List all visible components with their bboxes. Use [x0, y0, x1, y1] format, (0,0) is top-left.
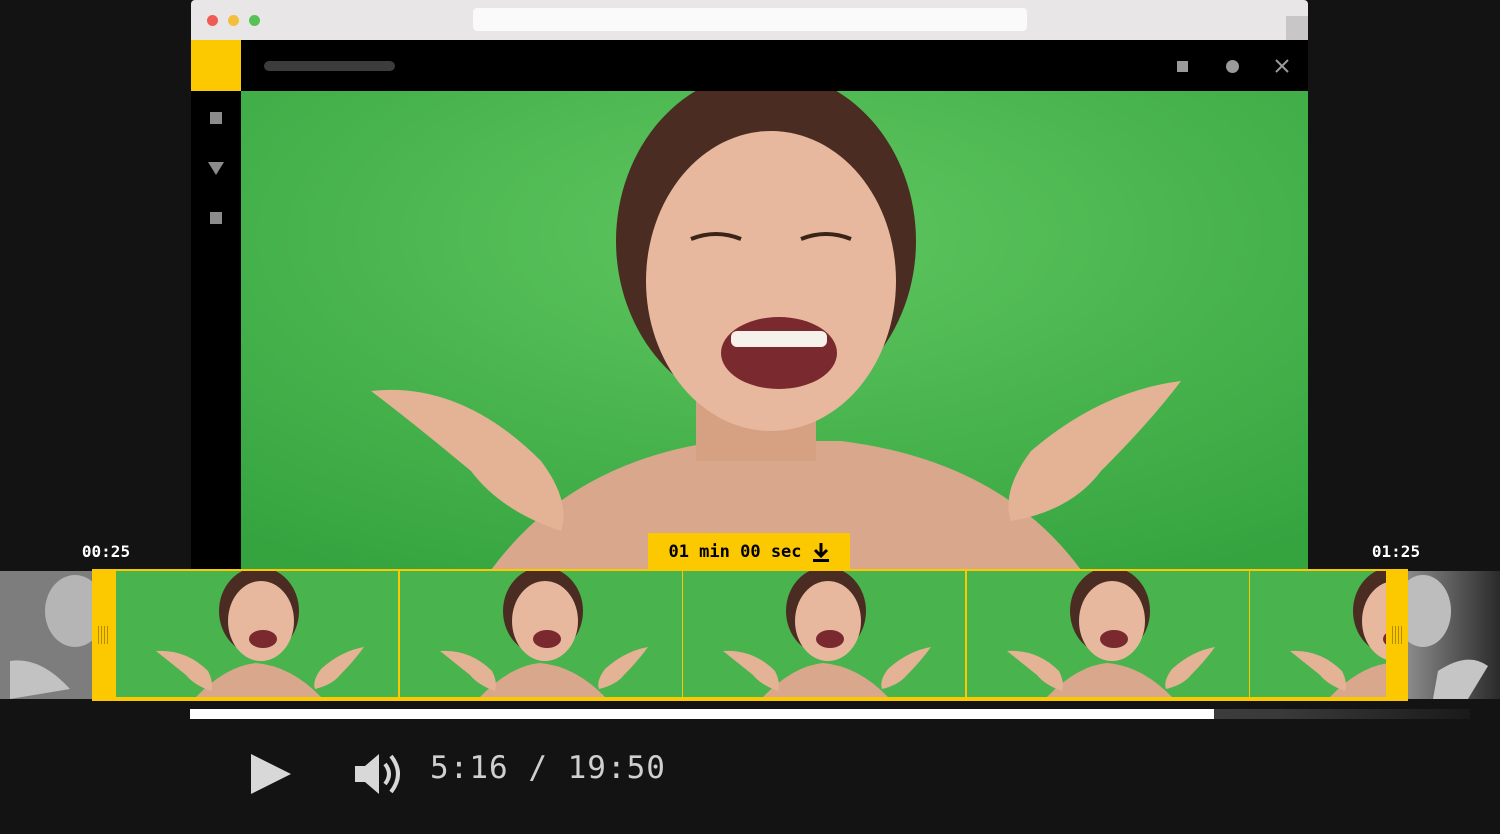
time-readout: 5:16 / 19:50	[430, 750, 666, 786]
volume-icon	[355, 754, 400, 794]
browser-titlebar	[191, 0, 1308, 40]
play-icon	[251, 754, 291, 794]
app-sidebar	[191, 91, 241, 570]
volume-button[interactable]	[353, 750, 403, 798]
filmstrip-frame	[683, 571, 965, 697]
clip-duration-label: 01 min 00 sec	[668, 541, 802, 562]
close-icon	[1275, 59, 1289, 73]
circle-icon	[1225, 59, 1239, 73]
square-icon	[1176, 60, 1188, 72]
filmstrip-frame	[966, 571, 1249, 697]
filmstrip-excluded-start	[0, 571, 92, 699]
app-close-button[interactable]	[1273, 57, 1291, 75]
browser-window	[191, 0, 1308, 570]
filmstrip-frame	[116, 571, 398, 697]
filmstrip-excluded-end	[1408, 571, 1500, 699]
play-button[interactable]	[248, 752, 294, 796]
trim-end-time: 01:25	[1371, 542, 1421, 561]
trim-handle-left[interactable]	[92, 569, 114, 701]
app-header	[191, 40, 1308, 91]
video-frame-image	[241, 91, 1308, 570]
grip-icon	[1392, 626, 1402, 644]
video-preview[interactable]	[241, 91, 1308, 570]
selected-clip-range[interactable]	[92, 569, 1408, 701]
app-logo	[191, 40, 241, 91]
grip-icon	[98, 626, 108, 644]
playback-progress-bar[interactable]	[190, 709, 1470, 719]
filmstrip	[0, 569, 1500, 701]
download-icon	[812, 542, 829, 562]
filmstrip-frame	[1250, 571, 1386, 697]
progress-fill	[190, 709, 1214, 719]
trim-start-time: 00:25	[81, 542, 131, 561]
browser-scrollbar[interactable]	[1286, 16, 1308, 40]
address-bar[interactable]	[473, 8, 1027, 31]
filmstrip-frame	[399, 571, 682, 697]
trim-handle-right[interactable]	[1386, 569, 1408, 701]
app-maximize-button[interactable]	[1223, 57, 1241, 75]
close-window-dot[interactable]	[207, 15, 218, 26]
app-title-placeholder	[264, 61, 395, 71]
sidebar-square-icon-2[interactable]	[210, 212, 222, 224]
app-minimize-button[interactable]	[1173, 57, 1191, 75]
maximize-window-dot[interactable]	[249, 15, 260, 26]
minimize-window-dot[interactable]	[228, 15, 239, 26]
download-clip-button[interactable]: 01 min 00 sec	[648, 533, 850, 570]
sidebar-square-icon[interactable]	[210, 112, 222, 124]
sidebar-triangle-icon[interactable]	[208, 162, 224, 175]
